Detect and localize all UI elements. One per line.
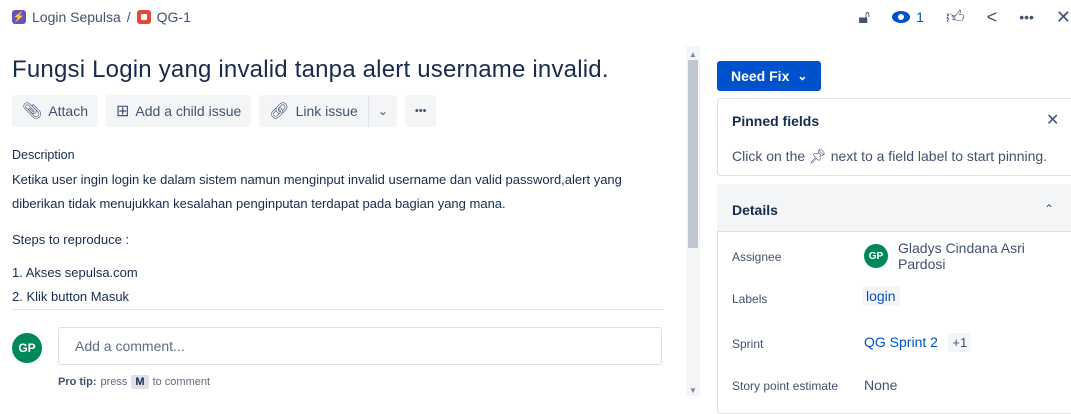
- breadcrumb: ⚡ Login Sepulsa / QG-1: [12, 6, 191, 28]
- protip: Pro tip: press M to comment: [58, 375, 210, 389]
- divider: [12, 309, 664, 310]
- story-point-label: Story point estimate: [732, 379, 839, 393]
- issue-title[interactable]: Fungsi Login yang invalid tanpa alert us…: [12, 56, 609, 84]
- link-issue-split: 🔗︎ Link issue ⌄: [259, 95, 397, 127]
- sprint-label: Sprint: [732, 337, 764, 351]
- sprint-more-badge[interactable]: +1: [948, 333, 972, 352]
- lock-icon[interactable]: 🔓︎: [858, 7, 870, 28]
- protip-key: M: [131, 375, 149, 389]
- bug-icon: [136, 10, 151, 24]
- story-point-value[interactable]: None: [864, 377, 897, 393]
- issue-actions: 📎︎ Attach ⊞ Add a child issue 🔗︎ Link is…: [12, 95, 437, 127]
- pinned-fields-title: Pinned fields: [732, 113, 820, 129]
- more-icon[interactable]: •••: [1019, 9, 1034, 25]
- assignee-label: Assignee: [732, 250, 782, 264]
- share-icon[interactable]: <: [987, 7, 998, 28]
- watch-button[interactable]: 1: [892, 9, 924, 25]
- thumbs-up-icon[interactable]: 👍︎: [946, 6, 965, 28]
- add-child-issue-button[interactable]: ⊞ Add a child issue: [106, 95, 252, 127]
- issue-topbar: 🔓︎ 1 👍︎ < ••• ✕: [858, 4, 1071, 30]
- sprint-value-wrap[interactable]: QG Sprint 2 +1: [864, 333, 972, 352]
- paperclip-icon: 📎︎: [22, 103, 43, 120]
- pin-icon: 📌︎: [809, 148, 827, 164]
- assignee-value[interactable]: Gladys Cindana Asri Pardosi: [898, 240, 1038, 272]
- more-actions-button[interactable]: •••: [404, 95, 437, 127]
- pinned-fields-hint: Click on the 📌︎ next to a field label to…: [732, 148, 1047, 165]
- label-chip[interactable]: login: [862, 286, 900, 306]
- details-title: Details: [732, 202, 778, 218]
- link-issue-dropdown[interactable]: ⌄: [367, 95, 397, 127]
- eye-icon: [892, 11, 911, 23]
- watch-count: 1: [916, 9, 924, 25]
- chevron-up-icon[interactable]: ⌃: [1044, 202, 1054, 216]
- pinned-hint-post: next to a field label to start pinning.: [830, 148, 1048, 164]
- scrollbar-thumb[interactable]: [688, 60, 698, 248]
- project-icon: ⚡: [12, 10, 26, 24]
- protip-pre: press: [100, 376, 128, 388]
- protip-post: to comment: [152, 376, 211, 388]
- labels-label: Labels: [732, 292, 768, 306]
- label-login: login: [862, 286, 900, 306]
- chevron-down-icon: ⌄: [377, 104, 388, 118]
- comment-input[interactable]: Add a comment...: [58, 327, 662, 365]
- chevron-down-icon: ⌄: [797, 69, 808, 83]
- status-label: Need Fix: [731, 68, 790, 84]
- link-issue-label: Link issue: [295, 103, 358, 119]
- link-issue-button[interactable]: 🔗︎ Link issue: [259, 95, 368, 127]
- description-text[interactable]: Ketika user ingin login ke dalam sistem …: [12, 168, 662, 216]
- hierarchy-icon: ⊞: [116, 103, 130, 120]
- pinned-hint-pre: Click on the: [732, 148, 806, 164]
- link-icon: 🔗︎: [269, 103, 290, 120]
- close-icon[interactable]: ✕: [1056, 7, 1071, 28]
- attach-label: Attach: [48, 103, 89, 119]
- steps-heading: Steps to reproduce :: [12, 232, 130, 247]
- status-button[interactable]: Need Fix ⌄: [717, 61, 822, 91]
- sprint-value[interactable]: QG Sprint 2: [864, 334, 938, 350]
- add-child-label: Add a child issue: [135, 103, 242, 119]
- scroll-down-icon[interactable]: ▼: [689, 386, 697, 395]
- scroll-up-icon[interactable]: ▲: [689, 50, 697, 59]
- attach-button[interactable]: 📎︎ Attach: [12, 95, 99, 127]
- step-item: 2. Klik button Masuk: [12, 289, 130, 304]
- avatar: GP: [864, 244, 888, 268]
- step-item: 1. Akses sepulsa.com: [12, 265, 138, 280]
- protip-label: Pro tip:: [58, 376, 97, 388]
- avatar: GP: [12, 333, 42, 363]
- description-heading: Description: [12, 148, 75, 162]
- close-icon[interactable]: ✕: [1046, 110, 1059, 130]
- breadcrumb-issue-key[interactable]: QG-1: [157, 9, 191, 25]
- more-actions-icon: •••: [414, 105, 427, 117]
- breadcrumb-project[interactable]: Login Sepulsa: [32, 9, 121, 25]
- breadcrumb-separator: /: [126, 9, 131, 25]
- comment-placeholder: Add a comment...: [75, 338, 185, 354]
